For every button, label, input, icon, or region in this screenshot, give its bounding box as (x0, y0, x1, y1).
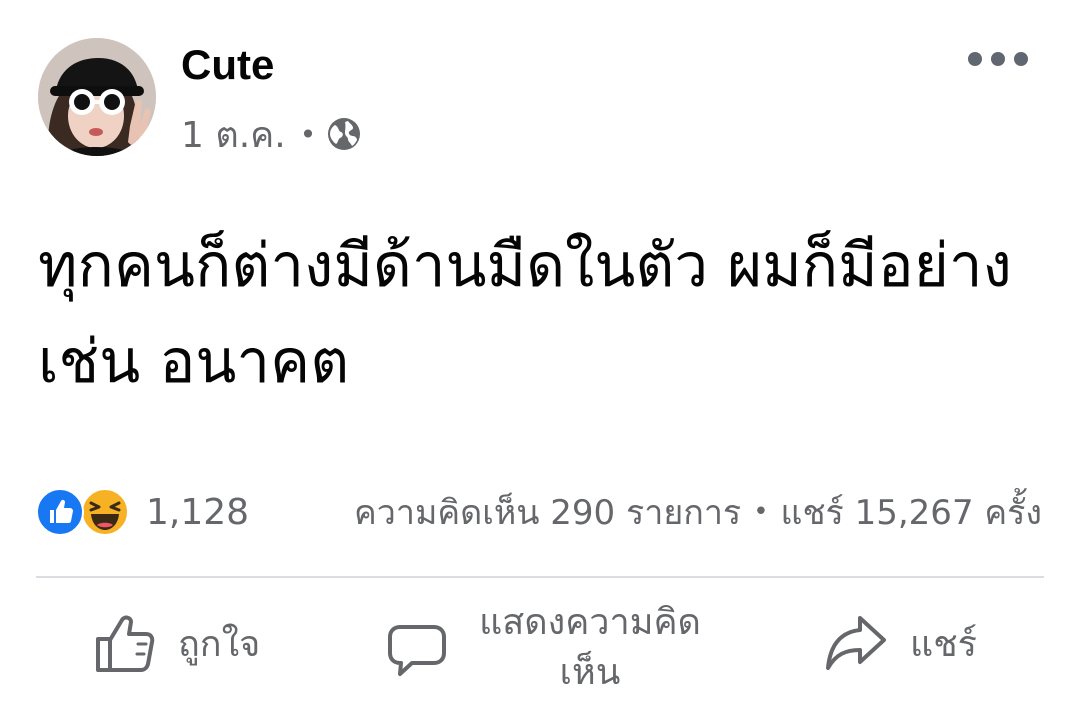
post-card: Cute 1 ต.ค. • ทุกคนก็ต่างมีด้านมืดในตัว … (0, 0, 1074, 710)
divider (36, 576, 1044, 578)
like-icon (36, 488, 84, 536)
like-button-label: ถูกใจ (178, 623, 261, 665)
avatar-image (38, 38, 156, 156)
share-button-label: แชร์ (910, 623, 977, 665)
author-avatar[interactable] (38, 38, 156, 156)
more-dot (1014, 52, 1028, 66)
meta-separator: • (299, 117, 317, 151)
reaction-count: 1,128 (146, 491, 250, 533)
post-date[interactable]: 1 ต.ค. (181, 106, 286, 163)
comment-icon (388, 625, 446, 676)
share-count-link[interactable]: แชร์ 15,267 ครั้ง (781, 485, 1042, 539)
post-text: ทุกคนก็ต่างมีด้านมืดในตัว ผมก็มีอย่างเช่… (38, 231, 1012, 397)
globe-icon[interactable] (326, 116, 362, 152)
post-stats: ความคิดเห็น 290 รายการ • แชร์ 15,267 ครั… (354, 486, 1042, 538)
more-dot (991, 52, 1005, 66)
comment-button-label: แสดงความคิดเห็น (479, 602, 701, 693)
comment-button[interactable]: แสดงความคิดเห็น (386, 598, 710, 698)
comment-count-link[interactable]: ความคิดเห็น 290 รายการ (354, 485, 741, 539)
haha-icon (80, 487, 130, 537)
author-name[interactable]: Cute (181, 40, 274, 90)
share-arrow-icon (826, 616, 886, 670)
more-options-icon[interactable] (968, 44, 1028, 74)
stats-separator: • (753, 497, 769, 527)
reaction-icons (36, 487, 136, 537)
post-meta: 1 ต.ค. • (181, 112, 362, 156)
more-dot (968, 52, 982, 66)
thumbs-up-icon (96, 615, 155, 672)
share-button[interactable]: แชร์ (824, 608, 977, 678)
like-button[interactable]: ถูกใจ (94, 608, 260, 678)
reactions-summary[interactable]: 1,128 (36, 486, 249, 538)
